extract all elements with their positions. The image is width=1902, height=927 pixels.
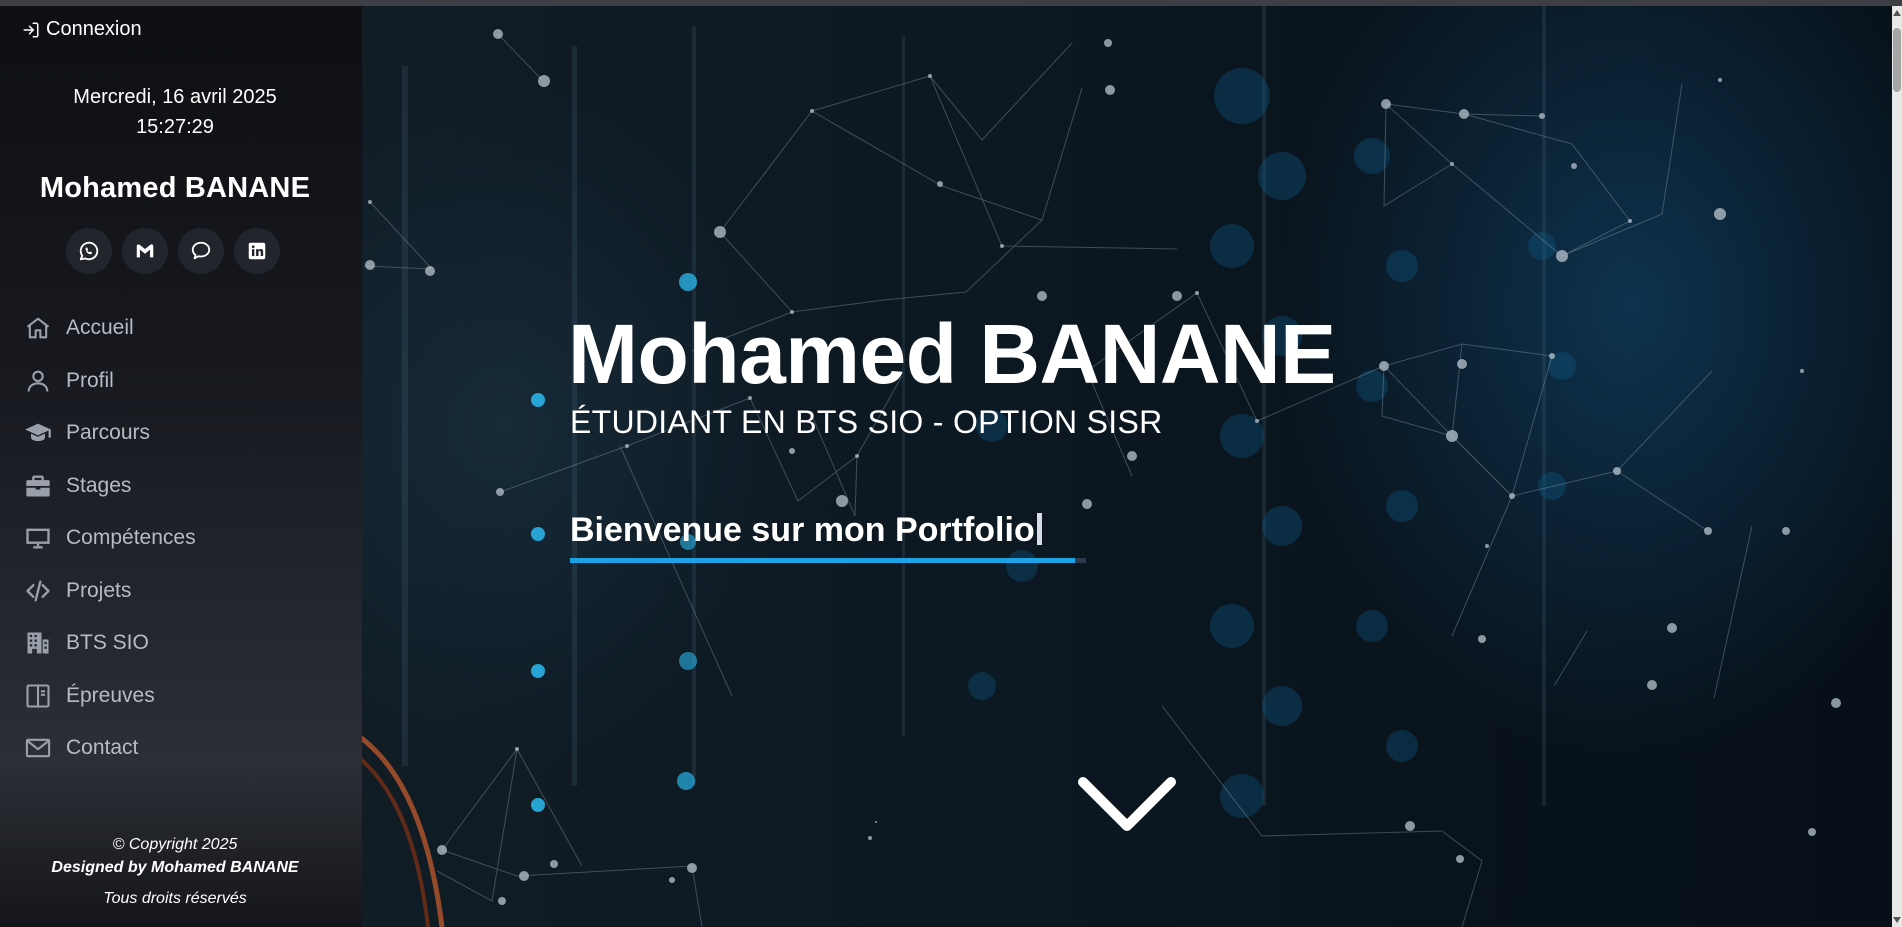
sidebar-nav: Accueil Profil Parcours Stages Compétenc… <box>24 302 196 775</box>
user-icon <box>27 370 49 392</box>
sidebar-owner-name: Mohamed BANANE <box>39 172 311 204</box>
nav-item-accueil[interactable]: Accueil <box>24 302 196 355</box>
hero-subtitle: ÉTUDIANT EN BTS SIO - OPTION SISR <box>570 404 1163 440</box>
code-icon <box>26 580 50 602</box>
monitor-icon <box>26 528 50 549</box>
social-links <box>66 228 280 274</box>
nav-label: Projets <box>66 578 132 602</box>
nav-item-competences[interactable]: Compétences <box>24 512 196 565</box>
message-button[interactable] <box>178 228 224 274</box>
nav-label: Stages <box>66 473 132 497</box>
page-scrollbar[interactable] <box>1892 6 1902 927</box>
typing-cursor <box>1036 513 1042 545</box>
welcome-underline-end <box>1075 558 1086 563</box>
nav-label: BTS SIO <box>66 631 149 655</box>
mail-icon <box>25 739 51 758</box>
welcome-underline <box>570 558 1075 563</box>
nav-item-stages[interactable]: Stages <box>24 460 196 513</box>
nav-item-profil[interactable]: Profil <box>24 355 196 408</box>
book-icon <box>26 684 50 708</box>
hero-title: Mohamed BANANE <box>568 307 1336 401</box>
scroll-thumb[interactable] <box>1893 28 1901 92</box>
login-link[interactable]: Connexion <box>22 18 142 41</box>
nav-item-bts-sio[interactable]: BTS SIO <box>24 617 196 670</box>
graduation-cap-icon <box>25 423 51 442</box>
welcome-text: Bienvenue sur mon Portfolio <box>570 511 1035 549</box>
briefcase-icon <box>26 475 50 497</box>
nav-item-epreuves[interactable]: Épreuves <box>24 670 196 723</box>
chat-icon <box>191 241 211 260</box>
nav-item-projets[interactable]: Projets <box>24 565 196 618</box>
chevron-down-icon[interactable] <box>1077 776 1177 836</box>
sidebar: Connexion Mercredi, 16 avril 2025 15:27:… <box>0 6 362 927</box>
nav-label: Profil <box>66 368 114 392</box>
building-icon <box>27 632 49 654</box>
whatsapp-icon <box>79 241 99 261</box>
hero-section: Mohamed BANANE ÉTUDIANT EN BTS SIO - OPT… <box>362 6 1892 927</box>
linkedin-icon <box>248 242 266 260</box>
nav-label: Compétences <box>66 526 196 550</box>
nav-item-parcours[interactable]: Parcours <box>24 407 196 460</box>
nav-label: Contact <box>66 736 139 760</box>
home-icon <box>26 317 50 339</box>
gmail-button[interactable] <box>122 228 168 274</box>
nav-label: Parcours <box>66 421 151 445</box>
footer-designer: Designed by Mohamed BANANE <box>51 859 299 876</box>
nav-label: Accueil <box>66 316 134 340</box>
login-label: Connexion <box>46 18 142 40</box>
nav-item-contact[interactable]: Contact <box>24 722 196 775</box>
current-date: Mercredi, 16 avril 2025 <box>73 86 277 108</box>
nav-label: Épreuves <box>66 683 155 707</box>
current-time: 15:27:29 <box>136 116 214 138</box>
linkedin-button[interactable] <box>234 228 280 274</box>
login-icon <box>23 22 39 37</box>
footer-rights: Tous droits réservés <box>103 890 247 907</box>
scroll-down-arrow[interactable] <box>1893 917 1901 923</box>
welcome-typing-text: Bienvenue sur mon Portfolio <box>570 511 1042 550</box>
scroll-up-arrow[interactable] <box>1893 10 1901 16</box>
footer-copyright: © Copyright 2025 <box>112 836 238 853</box>
whatsapp-button[interactable] <box>66 228 112 274</box>
gmail-icon <box>136 244 154 258</box>
